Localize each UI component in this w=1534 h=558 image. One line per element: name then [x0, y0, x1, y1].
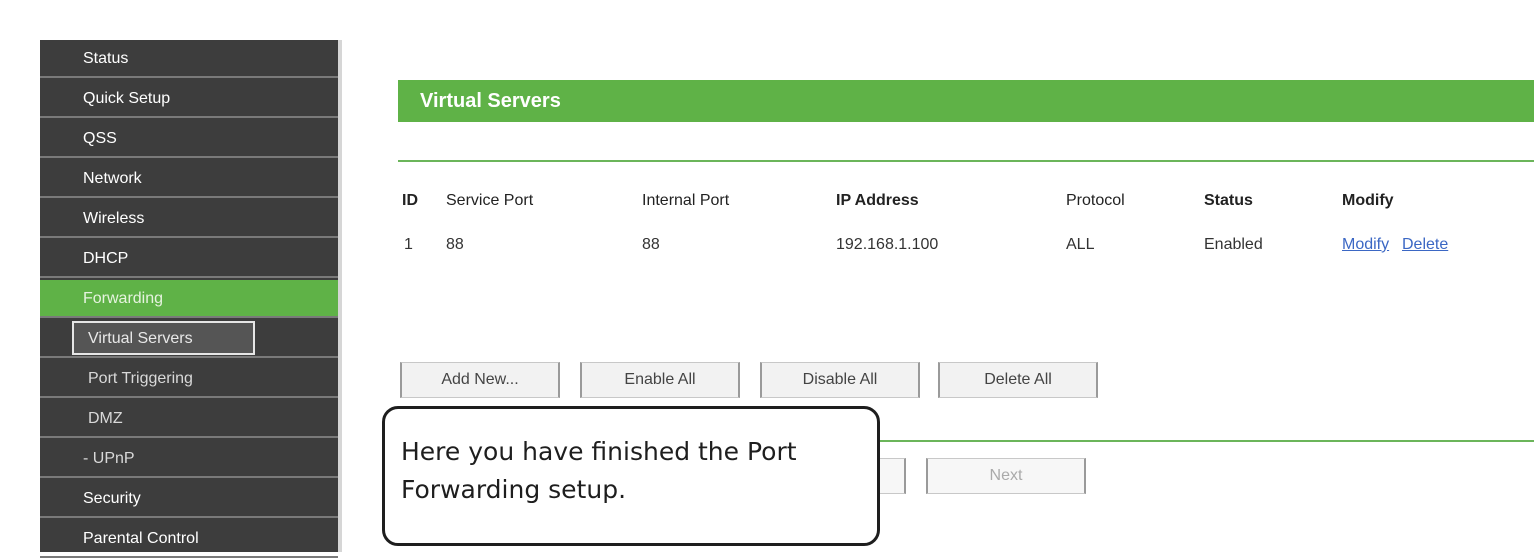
sidebar-item-virtual-servers[interactable]: Virtual Servers: [40, 320, 338, 358]
callout-box: Here you have finished the Port Forwardi…: [382, 406, 880, 546]
sidebar-item-wireless[interactable]: Wireless: [40, 200, 338, 238]
page-title-bar: Virtual Servers: [398, 80, 1534, 122]
column-header-service-port: Service Port: [446, 192, 534, 209]
column-header-status: Status: [1204, 192, 1253, 209]
sidebar-item-label: Port Triggering: [88, 370, 193, 387]
sidebar-item-status[interactable]: Status: [40, 40, 338, 78]
sidebar-item-security[interactable]: Security: [40, 480, 338, 518]
sidebar-item-dmz[interactable]: DMZ: [40, 400, 338, 438]
enable-all-button[interactable]: Enable All: [580, 362, 740, 398]
column-header-protocol: Protocol: [1066, 192, 1125, 209]
sidebar-item-label: Virtual Servers: [88, 330, 193, 347]
sidebar-item-qss[interactable]: QSS: [40, 120, 338, 158]
sidebar-item-label: DMZ: [88, 410, 123, 427]
sidebar-item-label: - UPnP: [83, 450, 135, 467]
cell-internal-port: 88: [642, 236, 660, 253]
cell-ip-address: 192.168.1.100: [836, 236, 939, 253]
sidebar-menu: Status Quick Setup QSS Network Wireless …: [40, 40, 338, 558]
delete-link[interactable]: Delete: [1402, 236, 1448, 254]
sidebar-item-label: Security: [83, 490, 141, 507]
add-new-button[interactable]: Add New...: [400, 362, 560, 398]
callout-text: Here you have finished the Port Forwardi…: [401, 437, 797, 504]
sidebar-item-dhcp[interactable]: DHCP: [40, 240, 338, 278]
sidebar-item-label: DHCP: [83, 250, 129, 267]
sidebar-item-label: Quick Setup: [83, 90, 171, 107]
cell-id: 1: [404, 236, 413, 253]
column-header-modify: Modify: [1342, 192, 1394, 209]
column-header-id: ID: [402, 192, 418, 209]
sidebar-item-quick-setup[interactable]: Quick Setup: [40, 80, 338, 118]
cell-protocol: ALL: [1066, 236, 1095, 253]
sidebar-item-label: Status: [83, 50, 129, 67]
column-header-ip-address: IP Address: [836, 192, 919, 209]
column-header-internal-port: Internal Port: [642, 192, 730, 209]
delete-all-button[interactable]: Delete All: [938, 362, 1098, 398]
sidebar-item-forwarding[interactable]: Forwarding: [40, 280, 338, 318]
divider-top: [398, 160, 1534, 162]
sidebar-item-label: Network: [83, 170, 142, 187]
sidebar-item-network[interactable]: Network: [40, 160, 338, 198]
sidebar-item-port-triggering[interactable]: Port Triggering: [40, 360, 338, 398]
sidebar-item-label: QSS: [83, 130, 117, 147]
disable-all-button[interactable]: Disable All: [760, 362, 920, 398]
modify-link[interactable]: Modify: [1342, 236, 1389, 254]
sidebar-item-label: Parental Control: [83, 530, 199, 547]
cell-status: Enabled: [1204, 236, 1263, 253]
sidebar-item-upnp[interactable]: - UPnP: [40, 440, 338, 478]
sidebar-item-label: Forwarding: [83, 290, 164, 307]
next-button[interactable]: Next: [926, 458, 1086, 494]
cell-service-port: 88: [446, 236, 464, 253]
sidebar-divider: [338, 40, 342, 552]
sidebar-item-label: Wireless: [83, 210, 145, 227]
page-title: Virtual Servers: [420, 90, 561, 112]
sidebar-item-parental-control[interactable]: Parental Control: [40, 520, 338, 558]
